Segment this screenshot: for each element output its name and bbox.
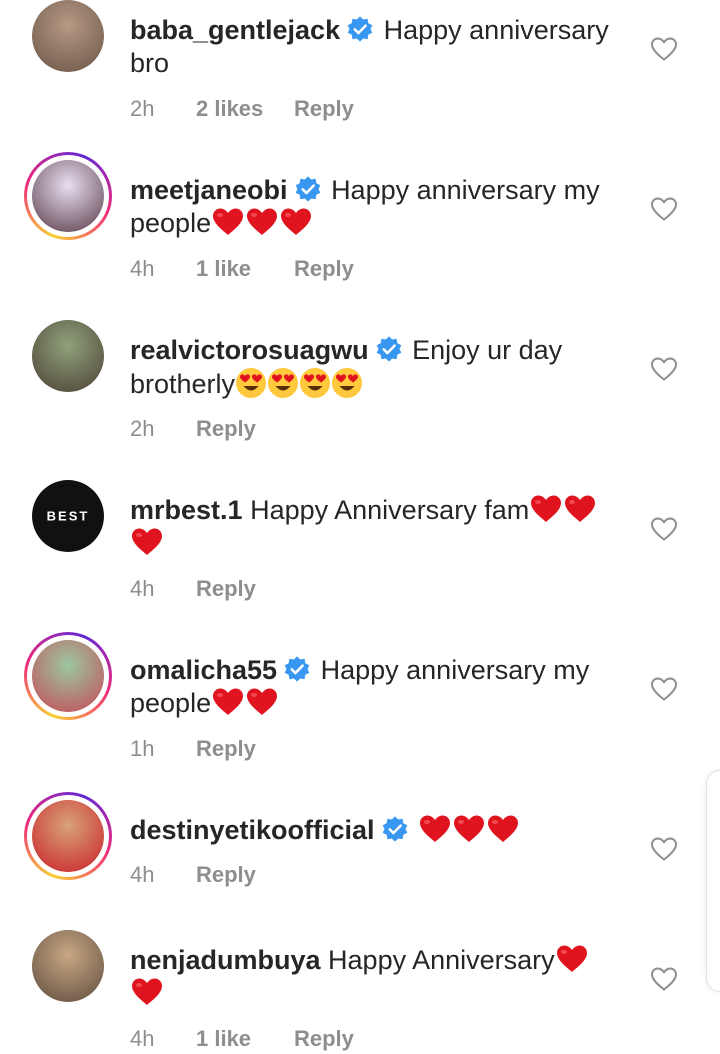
avatar[interactable] [32, 320, 104, 392]
comment-meta: 4h 1 like Reply [130, 256, 354, 282]
comment-timestamp: 1h [130, 736, 155, 761]
reply-button[interactable]: Reply [196, 576, 256, 602]
verified-badge-icon [346, 15, 374, 43]
comment-body: mrbest.1 Happy Anniversary fam [130, 494, 620, 560]
comment-username[interactable]: meetjaneobi [130, 175, 288, 205]
heart-eyes-emoji [267, 367, 299, 399]
comment-likes-count[interactable]: 1 like [196, 256, 294, 282]
red-heart-emoji [279, 207, 313, 237]
comment-body: realvictorosuagwu Enjoy ur day brotherly [130, 334, 620, 401]
comment-likes-count[interactable]: 1 like [196, 1026, 294, 1052]
red-heart-emoji [245, 207, 279, 237]
comment-text: Happy Anniversary fam [250, 495, 530, 525]
comment-timestamp: 4h [130, 576, 155, 601]
red-heart-emoji [245, 687, 279, 717]
avatar[interactable] [24, 632, 112, 720]
comment-body: nenjadumbuya Happy Anniversary [130, 944, 620, 1010]
reply-button[interactable]: Reply [196, 416, 256, 442]
heart-eyes-emoji [331, 367, 363, 399]
red-heart-emoji [452, 814, 486, 844]
comments-list: baba_gentlejack Happy anniversary bro 2h 2… [0, 0, 720, 1054]
comment-timestamp: 4h [130, 862, 155, 887]
like-comment-heart-icon[interactable] [650, 676, 678, 702]
verified-badge-icon [381, 815, 409, 843]
comment-username[interactable]: destinyetikoofficial [130, 815, 375, 845]
comment-meta: 4h Reply [130, 576, 256, 602]
comment-body: destinyetikoofficial [130, 814, 620, 847]
side-panel-edge[interactable] [706, 770, 720, 992]
like-comment-heart-icon[interactable] [650, 356, 678, 382]
like-comment-heart-icon[interactable] [650, 36, 678, 62]
comment-body: omalicha55 Happy anniversary my people [130, 654, 620, 720]
red-heart-emoji [563, 494, 597, 524]
avatar[interactable] [24, 152, 112, 240]
red-heart-emoji [130, 977, 164, 1007]
avatar[interactable] [32, 0, 104, 72]
comment-likes-count[interactable]: 2 likes [196, 96, 294, 122]
reply-button[interactable]: Reply [294, 96, 354, 122]
comment-timestamp: 2h [130, 416, 155, 441]
comment-username[interactable]: nenjadumbuya [130, 945, 321, 975]
reply-button[interactable]: Reply [196, 862, 256, 888]
comment-timestamp: 2h [130, 96, 155, 121]
comment-username[interactable]: omalicha55 [130, 655, 277, 685]
red-heart-emoji [130, 527, 164, 557]
like-comment-heart-icon[interactable] [650, 516, 678, 542]
avatar[interactable] [24, 792, 112, 880]
comment-meta: 4h Reply [130, 862, 256, 888]
avatar[interactable] [32, 930, 104, 1002]
like-comment-heart-icon[interactable] [650, 966, 678, 992]
comment-timestamp: 4h [130, 1026, 155, 1051]
comment-timestamp: 4h [130, 256, 155, 281]
comment-meta: 4h 1 like Reply [130, 1026, 354, 1052]
like-comment-heart-icon[interactable] [650, 836, 678, 862]
reply-button[interactable]: Reply [294, 1026, 354, 1052]
comment-username[interactable]: baba_gentlejack [130, 15, 340, 45]
avatar[interactable]: BEST [32, 480, 104, 552]
red-heart-emoji [486, 814, 520, 844]
verified-badge-icon [375, 335, 403, 363]
comment-meta: 2h Reply [130, 416, 256, 442]
comment-meta: 2h 2 likes Reply [130, 96, 354, 122]
red-heart-emoji [211, 207, 245, 237]
comment-body: meetjaneobi Happy anniversary my people [130, 174, 620, 240]
comment-username[interactable]: mrbest.1 [130, 495, 243, 525]
red-heart-emoji [529, 494, 563, 524]
heart-eyes-emoji [235, 367, 267, 399]
avatar-logo-text: BEST [46, 508, 90, 524]
like-comment-heart-icon[interactable] [650, 196, 678, 222]
verified-badge-icon [283, 655, 311, 683]
verified-badge-icon [294, 175, 322, 203]
comment-body: baba_gentlejack Happy anniversary bro [130, 14, 620, 80]
red-heart-emoji [418, 814, 452, 844]
red-heart-emoji [211, 687, 245, 717]
comment-username[interactable]: realvictorosuagwu [130, 335, 369, 365]
comment-text: Happy Anniversary [328, 945, 555, 975]
reply-button[interactable]: Reply [294, 256, 354, 282]
heart-eyes-emoji [299, 367, 331, 399]
comment-meta: 1h Reply [130, 736, 256, 762]
reply-button[interactable]: Reply [196, 736, 256, 762]
red-heart-emoji [555, 944, 589, 974]
